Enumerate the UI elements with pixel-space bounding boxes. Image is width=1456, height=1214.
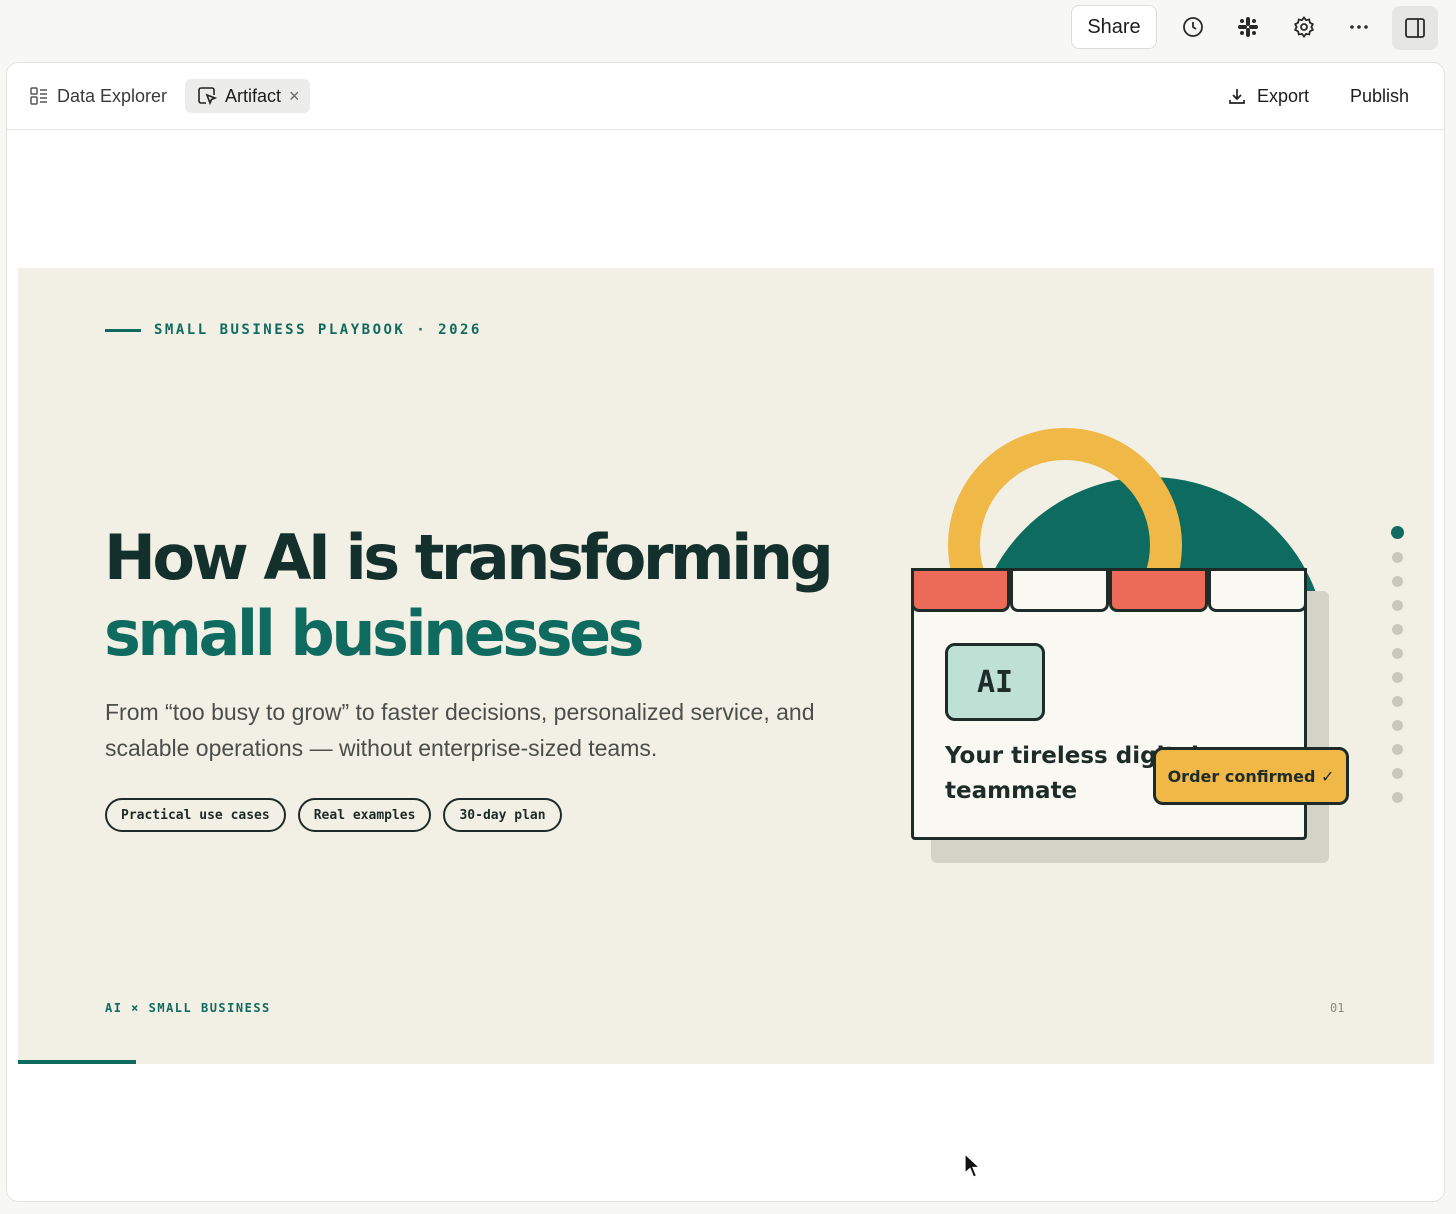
page-title: How AI is transforming small businesses	[104, 520, 834, 672]
slide-progress-bar	[18, 1060, 136, 1064]
slide: SMALL BUSINESS PLAYBOOK · 2026 How AI is…	[18, 268, 1434, 1064]
tab-bar: Data Explorer Artifact × Export Publish	[7, 63, 1444, 130]
mouse-cursor-icon	[964, 1153, 982, 1178]
order-confirmed-tag: Order confirmed ✓	[1153, 747, 1349, 805]
slack-icon[interactable]	[1231, 10, 1265, 44]
awning-stripe	[1109, 568, 1208, 612]
eyebrow-text: SMALL BUSINESS PLAYBOOK · 2026	[154, 322, 482, 338]
awning-stripe	[1010, 568, 1109, 612]
tab-artifact[interactable]: Artifact ×	[185, 79, 310, 113]
artifact-icon	[198, 87, 217, 106]
pagination-dot[interactable]	[1392, 768, 1403, 779]
export-button[interactable]: Export	[1227, 79, 1309, 113]
clock-icon[interactable]	[1176, 10, 1210, 44]
pagination-dot[interactable]	[1392, 624, 1403, 635]
tag-list: Practical use cases Real examples 30-day…	[105, 798, 562, 832]
headline-line-2: small businesses	[104, 597, 645, 670]
top-toolbar: Share	[0, 0, 1456, 58]
gear-icon[interactable]	[1287, 10, 1321, 44]
pagination-dot[interactable]	[1392, 792, 1403, 803]
close-icon[interactable]: ×	[289, 86, 300, 107]
tag-pill: Real examples	[297, 798, 432, 832]
pagination-dot[interactable]	[1392, 576, 1403, 587]
pagination-dot[interactable]	[1391, 526, 1404, 539]
pagination-dot[interactable]	[1392, 552, 1403, 563]
download-icon	[1229, 89, 1245, 104]
artifact-panel: Data Explorer Artifact × Export Publish …	[6, 62, 1445, 1202]
pagination-dot[interactable]	[1392, 720, 1403, 731]
awning	[911, 568, 1307, 612]
awning-stripe	[911, 568, 1010, 612]
slide-number: 01	[1330, 1001, 1345, 1015]
eyebrow-rule	[105, 328, 141, 332]
panel-toggle-icon[interactable]	[1392, 6, 1438, 50]
export-label: Export	[1257, 85, 1310, 106]
slide-pagination	[1391, 526, 1404, 803]
publish-button[interactable]: Publish	[1350, 79, 1409, 113]
grid-list-icon	[30, 87, 47, 105]
eyebrow: SMALL BUSINESS PLAYBOOK · 2026	[105, 322, 482, 338]
tab-data-explorer[interactable]: Data Explorer	[29, 79, 167, 113]
tag-pill: 30-day plan	[443, 798, 562, 832]
more-icon[interactable]	[1342, 10, 1376, 44]
storefront-illustration: AI Your tireless digital teammate Order …	[888, 418, 1358, 878]
tag-pill: Practical use cases	[105, 798, 286, 832]
awning-stripe	[1208, 568, 1307, 612]
headline-line-1: How AI is transforming	[104, 521, 834, 594]
subtitle: From “too busy to grow” to faster decisi…	[105, 699, 815, 761]
pagination-dot[interactable]	[1392, 744, 1403, 755]
slide-footer-label: AI × SMALL BUSINESS	[105, 1001, 271, 1015]
tab-label: Data Explorer	[57, 85, 168, 106]
ai-badge: AI	[945, 643, 1045, 721]
pagination-dot[interactable]	[1392, 672, 1403, 683]
pagination-dot[interactable]	[1392, 696, 1403, 707]
share-button[interactable]: Share	[1071, 5, 1157, 49]
pagination-dot[interactable]	[1392, 648, 1403, 659]
pagination-dot[interactable]	[1392, 600, 1403, 611]
tab-label: Artifact	[225, 85, 282, 106]
